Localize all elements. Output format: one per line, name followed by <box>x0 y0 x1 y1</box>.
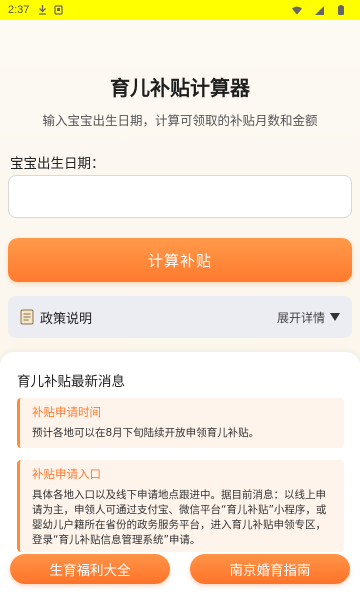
news-item-title: 补贴申请入口 <box>32 467 101 481</box>
download-icon <box>37 5 47 15</box>
status-time: 2:37 <box>8 4 30 16</box>
birth-date-input[interactable] <box>8 175 352 218</box>
app-notification-icon <box>53 5 63 15</box>
policy-label: 政策说明 <box>40 311 93 327</box>
calculate-button[interactable]: 计算补贴 <box>8 238 352 282</box>
page-subtitle: 输入宝宝出生日期，计算可领取的补贴月数和金额 <box>42 113 318 128</box>
document-icon <box>20 309 34 325</box>
news-item: 补贴申请入口 具体各地入口以及线下申请地点跟进中。据目前消息：以线上申请为主，申… <box>17 460 344 552</box>
wifi-icon <box>292 5 302 15</box>
news-item-text: 具体各地入口以及线下申请地点跟进中。据目前消息：以线上申请为主，申领人可通过支付… <box>32 489 327 546</box>
signal-icon <box>314 5 324 15</box>
expand-details-label: 展开详情 <box>276 310 325 325</box>
nanjing-guide-button[interactable]: 南京婚育指南 <box>190 554 350 584</box>
triangle-down-icon <box>330 313 340 321</box>
policy-toggle[interactable]: 政策说明 展开详情 <box>8 296 352 338</box>
status-bar: 2:37 <box>0 0 360 20</box>
news-item: 补贴申请时间 预计各地可以在8月下旬陆续开放申领育儿补贴。 <box>17 398 344 448</box>
birth-date-label: 宝宝出生日期： <box>10 156 105 172</box>
news-item-title: 补贴申请时间 <box>32 405 101 419</box>
fertility-benefits-button[interactable]: 生育福利大全 <box>10 554 170 584</box>
expand-details[interactable]: 展开详情 <box>277 309 340 326</box>
battery-icon <box>336 5 346 15</box>
news-heading: 育儿补贴最新消息 <box>17 374 125 390</box>
news-item-text: 预计各地可以在8月下旬陆续开放申领育儿补贴。 <box>32 427 260 439</box>
page-title: 育儿补贴计算器 <box>110 76 250 100</box>
